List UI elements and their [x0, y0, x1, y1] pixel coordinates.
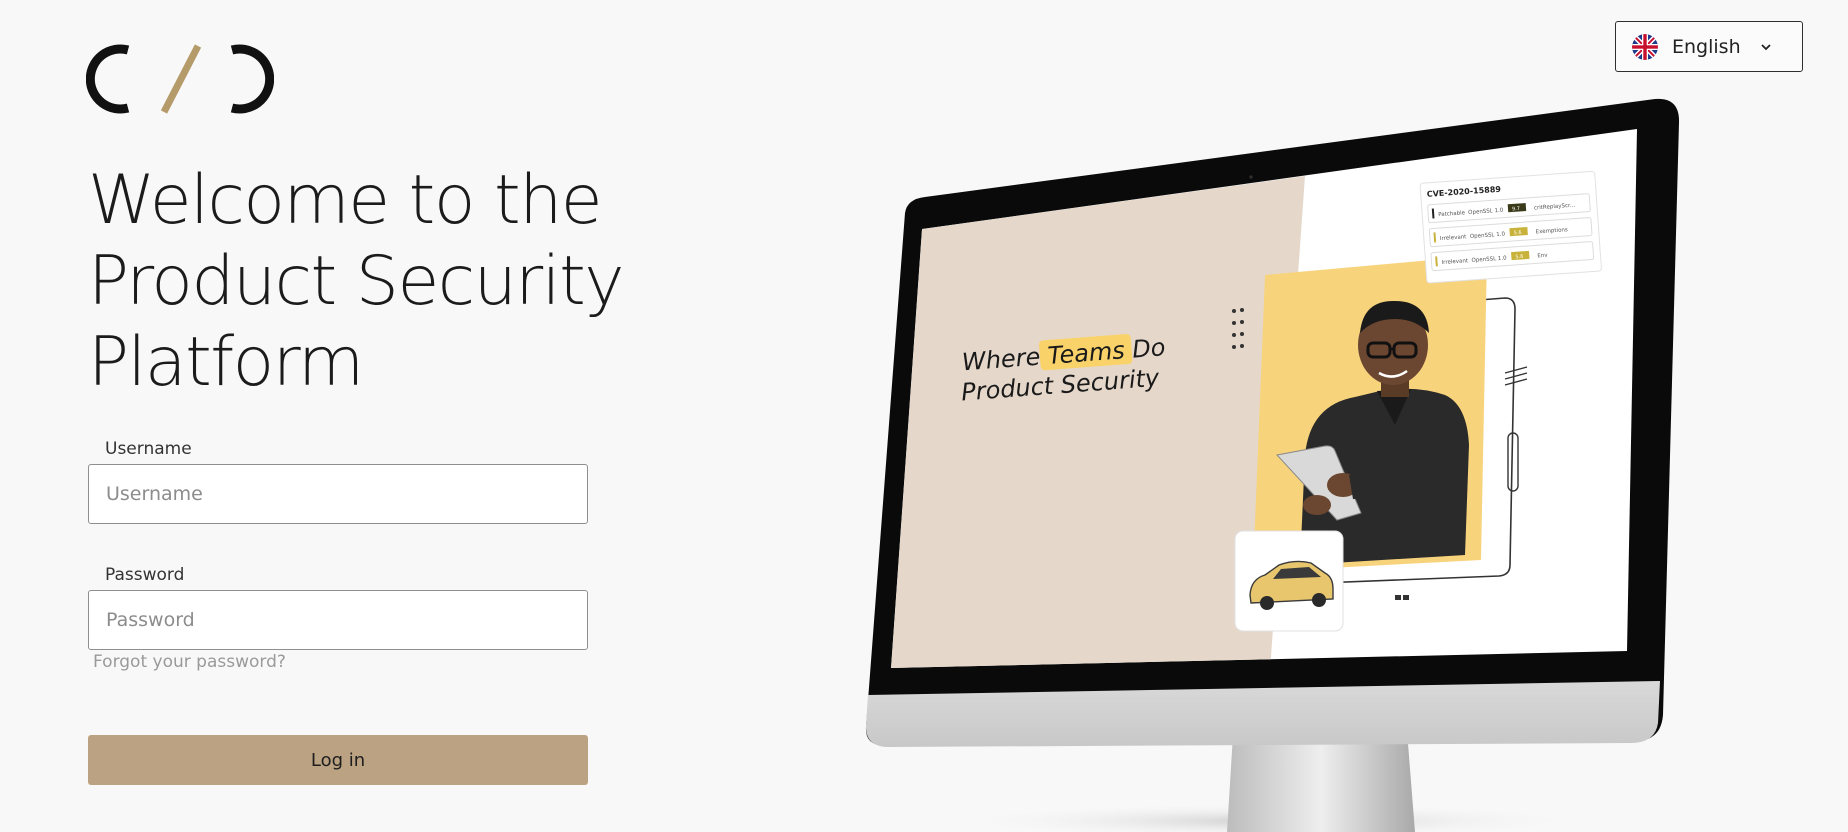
- language-selector[interactable]: English: [1615, 21, 1803, 72]
- page-title-line-2: Product Security: [88, 242, 625, 321]
- username-label: Username: [105, 439, 192, 459]
- cve-rows: Patchable OpenSSL 1.0critReplayScr...9.7I…: [1427, 193, 1595, 272]
- forgot-password-link[interactable]: Forgot your password?: [93, 652, 286, 672]
- cve-cell-note: Env: [1537, 253, 1548, 260]
- language-label: English: [1672, 35, 1741, 58]
- password-input[interactable]: [88, 590, 588, 650]
- username-input[interactable]: [88, 464, 588, 524]
- severity-badge-value: 5.6: [1514, 230, 1522, 237]
- car-card: [1234, 530, 1344, 632]
- page-title-line-1: Welcome to the: [88, 161, 603, 240]
- page-title-line-3: Platform: [88, 323, 364, 402]
- chevron-down-icon: [1760, 43, 1771, 50]
- page-title: Welcome to the Product Security Platform: [88, 160, 728, 403]
- cve-table-card: CVE-2020-15889 Patchable OpenSSL 1.0critR…: [1419, 170, 1602, 284]
- password-label: Password: [105, 565, 185, 585]
- severity-badge-value: 5.6: [1515, 254, 1523, 261]
- login-button[interactable]: Log in: [88, 735, 588, 785]
- company-logo: [86, 44, 274, 114]
- severity-badge-value: 9.7: [1512, 206, 1520, 213]
- tagline-highlight: Teams: [1047, 336, 1126, 370]
- monitor-illustration: Where Teams Do Product Security CVE-2020…: [865, 98, 1680, 832]
- uk-flag-icon: [1632, 33, 1658, 60]
- tagline-suffix: Do: [1124, 333, 1167, 364]
